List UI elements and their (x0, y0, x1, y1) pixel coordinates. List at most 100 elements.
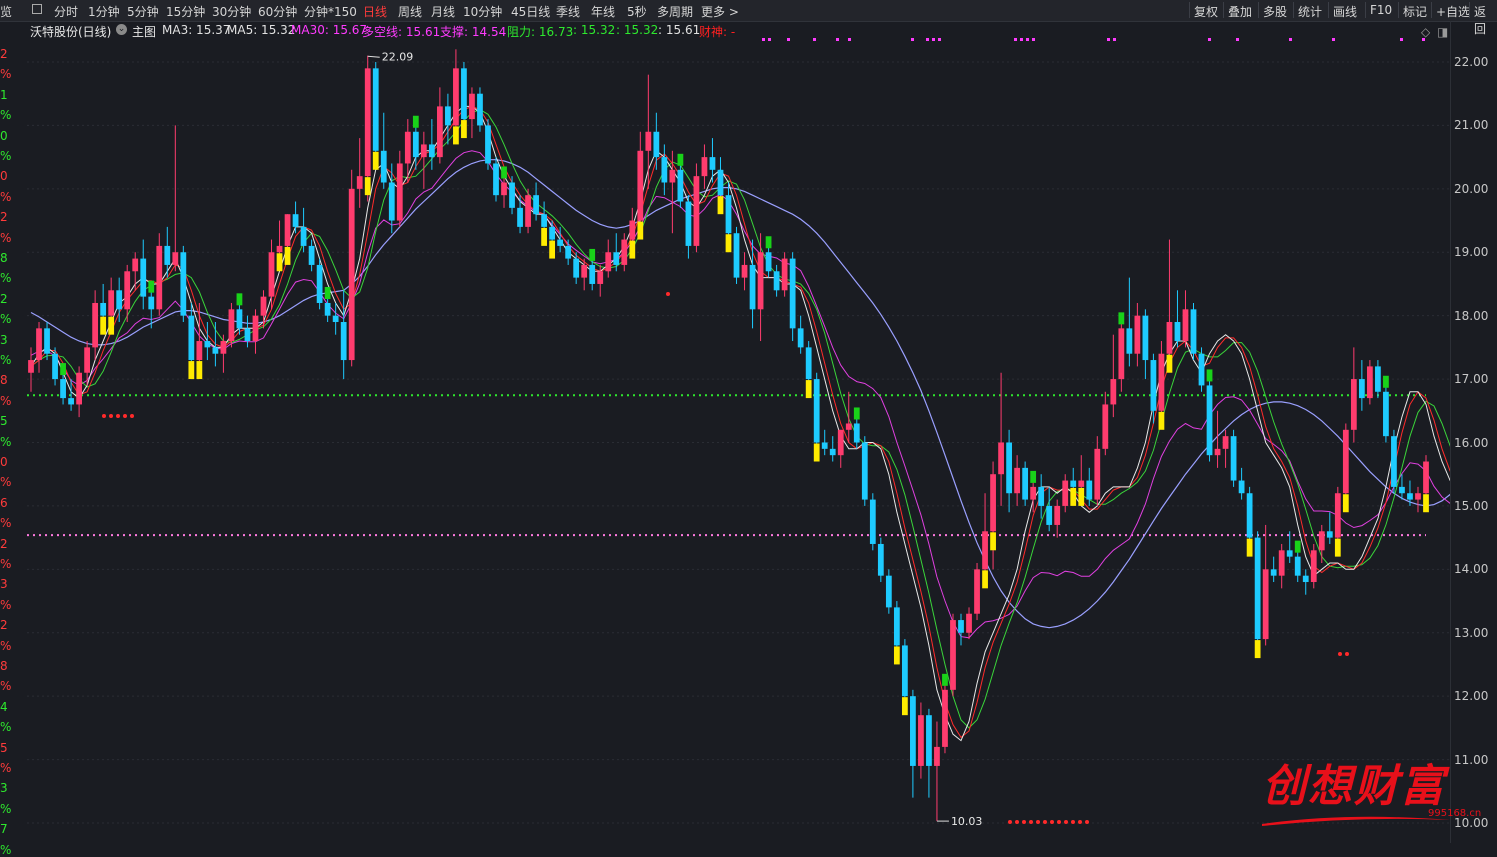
candle-body (164, 245, 171, 265)
left-percent-label: % (0, 230, 12, 245)
yellow-signal-bar (1334, 538, 1341, 557)
candle-body (1358, 379, 1365, 399)
candle-body (212, 347, 219, 354)
candle-body (236, 309, 243, 329)
signal-dot (813, 38, 816, 41)
candle-body (1182, 309, 1189, 342)
candle-body (493, 163, 499, 196)
support-value: 支撑: 14.54 (440, 25, 507, 39)
candle-body (757, 252, 764, 310)
main-chart-settings-icon[interactable]: ⌄ (116, 24, 127, 35)
left-percent-label: % (0, 679, 12, 694)
left-percent-label: 1 (0, 87, 8, 102)
green-signal-bar (1118, 312, 1125, 325)
candle-body (84, 347, 91, 373)
candle-body (68, 398, 74, 405)
candle-body (332, 315, 339, 323)
resist-value-3: : 15.32 (616, 23, 659, 37)
candle-body (1118, 328, 1125, 380)
candle-body (1254, 537, 1261, 640)
candle-body (1294, 556, 1301, 576)
candle-body (781, 258, 788, 291)
yellow-signal-bar (717, 196, 724, 215)
candle-body (717, 169, 724, 196)
candle-body (44, 328, 50, 354)
candle-body (300, 226, 307, 246)
red-marker-dot (1043, 820, 1047, 824)
candle-body (1278, 550, 1285, 576)
candle-body (549, 226, 556, 240)
candle-body (1198, 353, 1205, 386)
red-marker-dot (1057, 820, 1061, 824)
candle-body (436, 106, 443, 158)
diamond-icon[interactable]: ◇ (1421, 25, 1430, 39)
left-percent-column: 2% 1% 0% 0% 2% 8% 2% 3% 8% 5% 0% 6% 2% 3% 2% 8% 4% 5% 3% 7% (0, 21, 12, 857)
candle-body (893, 607, 900, 646)
ma30-line (30, 159, 1450, 629)
panel-toggle-icon[interactable]: ◨ (1437, 25, 1448, 39)
yellow-signal-bar (284, 246, 291, 265)
price-axis-label: 18.00 (1454, 308, 1489, 323)
candle-body (645, 131, 652, 151)
left-percent-label: 2 (0, 536, 8, 551)
candle-body (469, 93, 475, 120)
candle-body (268, 252, 275, 297)
ma-red-line (30, 105, 1450, 739)
candle-body (621, 239, 628, 265)
left-percent-label: % (0, 108, 12, 123)
kline-chart[interactable]: 22.09 10.03 (0, 0, 1450, 843)
left-percent-label: % (0, 67, 12, 82)
left-percent-label: 2 (0, 47, 8, 61)
candle-body (1150, 360, 1157, 411)
price-axis-label: 21.00 (1454, 118, 1489, 133)
candle-body (1110, 379, 1117, 405)
candle-body (132, 258, 139, 272)
candle-body (693, 176, 700, 246)
candle-body (669, 169, 676, 183)
red-marker-dot (116, 414, 120, 418)
candle-body (765, 252, 772, 272)
candle-body (364, 68, 371, 177)
candle-body (453, 68, 459, 126)
candle-body (797, 328, 804, 348)
candle-body (653, 131, 660, 158)
left-percent-label: 3 (0, 332, 8, 347)
red-marker-dot (666, 292, 670, 296)
candle-body (1086, 480, 1093, 500)
candle-body (926, 715, 932, 766)
left-percent-label: 8 (0, 373, 8, 388)
candle-body (1318, 531, 1325, 551)
candle-body (501, 182, 507, 196)
candle-body (372, 68, 379, 151)
candle-body (316, 264, 323, 303)
candle-body (869, 499, 876, 544)
candle-body (845, 423, 852, 430)
signal-dot (787, 38, 790, 41)
candle-body (982, 531, 988, 570)
candle-body (517, 207, 523, 227)
yellow-signal-bar (1246, 538, 1253, 557)
candle-body (509, 182, 515, 208)
candle-body (942, 689, 948, 747)
candle-body (461, 68, 467, 120)
price-axis-label: 13.00 (1454, 625, 1489, 640)
ma3-value: MA3: 15.37 (162, 23, 231, 37)
yellow-signal-bar (982, 570, 988, 589)
candle-body (813, 379, 820, 443)
candle-body (1214, 448, 1221, 456)
yellow-signal-bar (725, 234, 732, 253)
left-percent-label: % (0, 393, 12, 408)
left-percent-label: 4 (0, 699, 8, 714)
green-signal-bar (765, 236, 772, 249)
yellow-signal-bar (990, 532, 996, 551)
candle-body (260, 296, 267, 316)
left-percent-label: 7 (0, 822, 8, 837)
candle-body (950, 620, 956, 690)
left-percent-label: 0 (0, 128, 8, 143)
candle-body (1334, 493, 1341, 538)
candle-body (1383, 391, 1389, 437)
candle-body (533, 195, 539, 215)
candle-body (557, 239, 564, 246)
candle-body (404, 131, 411, 164)
candle-body (220, 341, 227, 354)
